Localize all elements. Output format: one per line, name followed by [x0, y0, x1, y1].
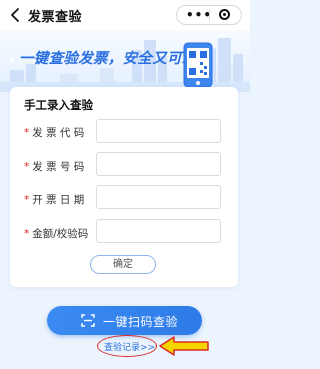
field-label-text: 开 票 日 期 [32, 194, 85, 206]
scan-verify-label: 一键扫码查验 [103, 315, 179, 329]
required-mark: * [24, 161, 30, 173]
back-arrow-icon[interactable] [9, 7, 23, 23]
amount-checkcode-input[interactable] [96, 219, 221, 243]
scan-icon [81, 314, 95, 327]
required-mark: * [24, 228, 30, 240]
hero-banner: 一键查验发票，安全又可靠 [0, 30, 250, 92]
field-label-text: 金额/校验码 [32, 228, 89, 240]
sparkle-icon [8, 56, 16, 64]
required-mark: * [24, 127, 30, 139]
top-navigation-bar: 发票查验 ••• [0, 0, 250, 30]
required-mark: * [24, 194, 30, 206]
invoice-code-label: * 发 票 代 码 [24, 125, 84, 140]
page-title: 发票查验 [28, 10, 83, 25]
invoice-number-label: * 发 票 号 码 [24, 159, 84, 174]
confirm-button[interactable]: 确定 [90, 255, 156, 274]
scan-verify-button[interactable]: 一键扫码查验 [47, 306, 202, 335]
pointing-arrow-icon [159, 336, 209, 356]
invoice-code-input[interactable] [96, 119, 221, 143]
capsule-divider [209, 10, 210, 21]
issue-date-input[interactable] [96, 185, 221, 209]
amount-checkcode-label: * 金额/校验码 [24, 226, 88, 241]
manual-entry-card: 手工录入查验 * 发 票 代 码 * 发 票 号 码 * 开 票 日 期 * 金额/校验… [10, 87, 238, 287]
phone-qr-illustration [183, 42, 213, 88]
close-miniprogram-icon[interactable] [219, 9, 230, 20]
manual-entry-title: 手工录入查验 [24, 98, 93, 112]
field-label-text: 发 票 号 码 [32, 161, 85, 173]
mini-program-capsule: ••• [176, 5, 242, 25]
field-label-text: 发 票 代 码 [32, 127, 85, 139]
invoice-number-input[interactable] [96, 152, 221, 176]
verification-records-link[interactable]: 查验记录>> [104, 340, 155, 353]
banner-slogan: 一键查验发票，安全又可靠 [19, 51, 197, 67]
issue-date-label: * 开 票 日 期 [24, 192, 84, 207]
